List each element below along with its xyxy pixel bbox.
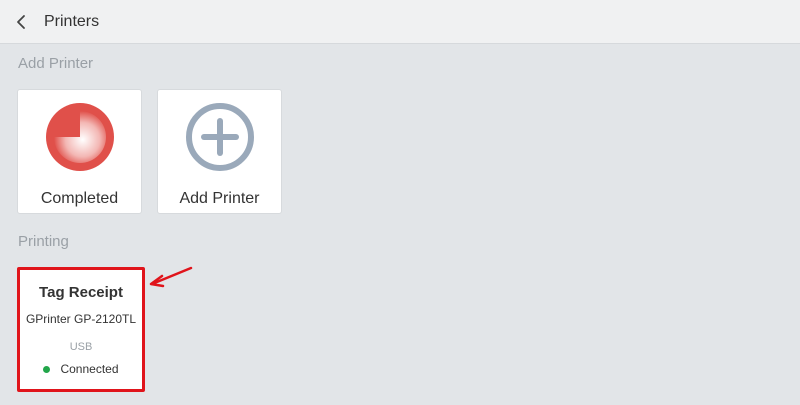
page-title: Printers (44, 12, 100, 30)
top-bar: Printers (0, 0, 800, 44)
printer-card-tag-receipt[interactable]: Tag Receipt GPrinter GP-2120TL USB Conne… (17, 267, 145, 392)
completed-label: Completed (40, 190, 119, 207)
add-printer-section-label: Add Printer (18, 55, 94, 72)
printer-status: Connected (43, 362, 119, 376)
printer-connection: USB (69, 341, 93, 353)
back-button[interactable] (0, 0, 44, 44)
completed-progress-icon (45, 103, 114, 171)
printer-status-text: Connected (60, 362, 119, 376)
printer-name: Tag Receipt (39, 284, 123, 301)
chevron-left-icon (17, 14, 25, 29)
annotation-arrow-icon (149, 266, 193, 288)
printer-model: GPrinter GP-2120TL (25, 312, 137, 326)
plus-circle-icon (185, 103, 254, 171)
add-printer-label: Add Printer (179, 190, 260, 207)
completed-tile[interactable]: Completed (17, 89, 142, 214)
add-printer-tile[interactable]: Add Printer (157, 89, 282, 214)
printing-section-label: Printing (18, 233, 69, 250)
status-dot-icon (43, 365, 51, 373)
